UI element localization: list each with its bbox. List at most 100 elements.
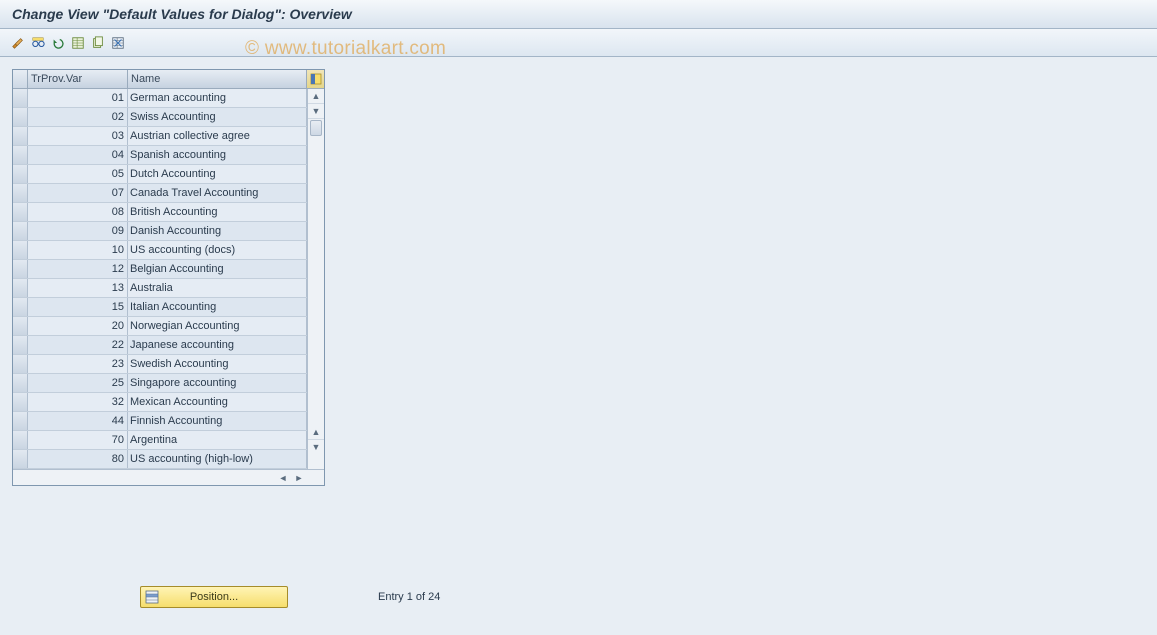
scroll-step-up-icon[interactable]: ▲: [308, 424, 324, 439]
table-row[interactable]: 20Norwegian Accounting: [13, 317, 324, 336]
cell-name[interactable]: Austrian collective agree: [128, 127, 307, 145]
cell-name[interactable]: US accounting (docs): [128, 241, 307, 259]
table-row[interactable]: 44Finnish Accounting: [13, 412, 324, 431]
cell-variant[interactable]: 32: [28, 393, 128, 411]
cell-name[interactable]: Italian Accounting: [128, 298, 307, 316]
table-row[interactable]: 02Swiss Accounting: [13, 108, 324, 127]
row-selector[interactable]: [13, 108, 28, 126]
table-row[interactable]: 13Australia: [13, 279, 324, 298]
table-row[interactable]: 08British Accounting: [13, 203, 324, 222]
scroll-step-down-icon[interactable]: ▼: [308, 104, 324, 119]
row-selector[interactable]: [13, 317, 28, 335]
cell-variant[interactable]: 05: [28, 165, 128, 183]
copy-icon[interactable]: [90, 35, 106, 51]
row-selector[interactable]: [13, 298, 28, 316]
vertical-scrollbar[interactable]: ▲ ▼ ▲ ▼: [307, 89, 324, 469]
cell-name[interactable]: Spanish accounting: [128, 146, 307, 164]
row-selector[interactable]: [13, 279, 28, 297]
table-settings-icon[interactable]: [307, 70, 324, 88]
cell-name[interactable]: Japanese accounting: [128, 336, 307, 354]
row-selector[interactable]: [13, 336, 28, 354]
cell-variant[interactable]: 01: [28, 89, 128, 107]
cell-name[interactable]: Swedish Accounting: [128, 355, 307, 373]
cell-variant[interactable]: 08: [28, 203, 128, 221]
select-all-header[interactable]: [13, 70, 28, 88]
cell-name[interactable]: Swiss Accounting: [128, 108, 307, 126]
row-selector[interactable]: [13, 412, 28, 430]
table-row[interactable]: 05Dutch Accounting: [13, 165, 324, 184]
row-selector[interactable]: [13, 127, 28, 145]
table-row[interactable]: 12Belgian Accounting: [13, 260, 324, 279]
cell-variant[interactable]: 44: [28, 412, 128, 430]
cell-variant[interactable]: 13: [28, 279, 128, 297]
table-row[interactable]: 70Argentina: [13, 431, 324, 450]
cell-variant[interactable]: 25: [28, 374, 128, 392]
new-entries-icon[interactable]: [70, 35, 86, 51]
cell-variant[interactable]: 80: [28, 450, 128, 468]
cell-name[interactable]: Mexican Accounting: [128, 393, 307, 411]
cell-name[interactable]: Norwegian Accounting: [128, 317, 307, 335]
cell-name[interactable]: US accounting (high-low): [128, 450, 307, 468]
table-row[interactable]: 01German accounting: [13, 89, 324, 108]
scroll-right-icon[interactable]: ►: [292, 472, 306, 484]
row-selector[interactable]: [13, 222, 28, 240]
scroll-down-icon[interactable]: ▼: [308, 439, 324, 454]
scroll-left-icon[interactable]: ◄: [276, 472, 290, 484]
cell-name[interactable]: Singapore accounting: [128, 374, 307, 392]
table-row[interactable]: 80US accounting (high-low): [13, 450, 324, 469]
cell-variant[interactable]: 07: [28, 184, 128, 202]
table-row[interactable]: 03Austrian collective agree: [13, 127, 324, 146]
cell-name[interactable]: Argentina: [128, 431, 307, 449]
scrollbar-thumb[interactable]: [310, 120, 322, 136]
cell-name[interactable]: Belgian Accounting: [128, 260, 307, 278]
cell-variant[interactable]: 22: [28, 336, 128, 354]
table-row[interactable]: 10US accounting (docs): [13, 241, 324, 260]
horizontal-scrollbar[interactable]: ◄ ►: [13, 469, 324, 485]
pencil-double-icon[interactable]: [10, 35, 26, 51]
cell-variant[interactable]: 12: [28, 260, 128, 278]
row-selector[interactable]: [13, 260, 28, 278]
table-row[interactable]: 07Canada Travel Accounting: [13, 184, 324, 203]
undo-icon[interactable]: [50, 35, 66, 51]
cell-variant[interactable]: 02: [28, 108, 128, 126]
cell-name[interactable]: German accounting: [128, 89, 307, 107]
cell-name[interactable]: Finnish Accounting: [128, 412, 307, 430]
table-row[interactable]: 23Swedish Accounting: [13, 355, 324, 374]
row-selector[interactable]: [13, 184, 28, 202]
table-row[interactable]: 22Japanese accounting: [13, 336, 324, 355]
row-selector[interactable]: [13, 241, 28, 259]
cell-variant[interactable]: 23: [28, 355, 128, 373]
cell-name[interactable]: British Accounting: [128, 203, 307, 221]
row-selector[interactable]: [13, 374, 28, 392]
row-selector[interactable]: [13, 146, 28, 164]
row-selector[interactable]: [13, 355, 28, 373]
cell-name[interactable]: Canada Travel Accounting: [128, 184, 307, 202]
table-row[interactable]: 32Mexican Accounting: [13, 393, 324, 412]
cell-variant[interactable]: 03: [28, 127, 128, 145]
scroll-up-icon[interactable]: ▲: [308, 89, 324, 104]
delete-icon[interactable]: [110, 35, 126, 51]
row-selector[interactable]: [13, 431, 28, 449]
cell-variant[interactable]: 10: [28, 241, 128, 259]
row-selector[interactable]: [13, 89, 28, 107]
row-selector[interactable]: [13, 165, 28, 183]
cell-variant[interactable]: 09: [28, 222, 128, 240]
column-header-variant[interactable]: TrProv.Var: [28, 70, 128, 88]
row-selector[interactable]: [13, 450, 28, 468]
table-row[interactable]: 25Singapore accounting: [13, 374, 324, 393]
cell-variant[interactable]: 20: [28, 317, 128, 335]
column-header-name[interactable]: Name: [128, 70, 307, 88]
cell-name[interactable]: Dutch Accounting: [128, 165, 307, 183]
cell-variant[interactable]: 04: [28, 146, 128, 164]
cell-variant[interactable]: 70: [28, 431, 128, 449]
cell-name[interactable]: Australia: [128, 279, 307, 297]
position-button[interactable]: Position...: [140, 586, 288, 608]
table-row[interactable]: 09Danish Accounting: [13, 222, 324, 241]
cell-name[interactable]: Danish Accounting: [128, 222, 307, 240]
row-selector[interactable]: [13, 393, 28, 411]
row-selector[interactable]: [13, 203, 28, 221]
cell-variant[interactable]: 15: [28, 298, 128, 316]
glasses-select-icon[interactable]: [30, 35, 46, 51]
table-row[interactable]: 15Italian Accounting: [13, 298, 324, 317]
table-row[interactable]: 04Spanish accounting: [13, 146, 324, 165]
